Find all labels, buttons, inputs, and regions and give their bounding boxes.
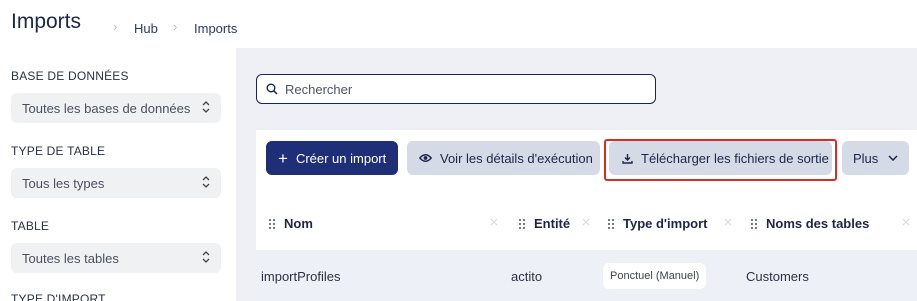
page-title: Imports [11,10,82,33]
breadcrumb-separator-icon: › [113,19,118,34]
imports-panel: + Créer un import Voir les détails d'exé… [256,130,917,301]
filter-label-database: BASE DE DONNÉES [11,69,129,83]
close-icon[interactable] [723,217,733,227]
cell-table-names: Customers [746,269,809,284]
table-row[interactable]: importProfiles actito Ponctuel (Manuel) … [256,250,917,301]
table-header: Nom Entité Type d'import Noms des tables [256,199,917,249]
drag-handle-icon[interactable] [608,218,614,229]
more-button[interactable]: Plus [842,141,909,175]
create-import-button[interactable]: + Créer un import [266,141,398,175]
highlight-box [604,139,837,181]
column-header-label: Nom [284,216,313,231]
close-icon[interactable] [489,217,499,227]
database-select[interactable]: Toutes les bases de données [11,93,221,123]
cell-name: importProfiles [261,269,341,284]
select-caret-icon [202,101,210,113]
table-type-select[interactable]: Tous les types [11,168,221,198]
column-header-entity[interactable]: Entité [519,216,570,231]
filter-sidebar: BASE DE DONNÉES Toutes les bases de donn… [0,48,236,301]
column-header-table-names[interactable]: Noms des tables [751,216,869,231]
imports-page: Imports › Hub › Imports BASE DE DONNÉES … [0,0,917,301]
plus-icon: + [278,148,288,168]
table-select[interactable]: Toutes les tables [11,243,221,273]
column-header-import-type[interactable]: Type d'import [608,216,707,231]
drag-handle-icon[interactable] [269,218,275,229]
table-select-value: Toutes les tables [22,251,119,266]
breadcrumb-imports[interactable]: Imports [194,21,237,36]
page-header: Imports › Hub › Imports [0,0,917,48]
filter-label-table-type: TYPE DE TABLE [11,144,106,158]
chevron-down-icon [888,155,898,161]
filter-label-table: TABLE [11,219,50,233]
close-icon[interactable] [901,217,911,227]
search-icon [266,83,278,95]
drag-handle-icon[interactable] [519,218,525,229]
search-box[interactable] [256,74,656,104]
cell-entity: actito [511,269,543,284]
breadcrumb-hub[interactable]: Hub [134,21,158,36]
import-type-badge: Ponctuel (Manuel) [603,263,707,289]
column-header-label: Noms des tables [766,216,870,231]
select-caret-icon [202,251,210,263]
breadcrumb-separator-icon: › [173,19,178,34]
table-type-select-value: Tous les types [22,176,105,191]
create-import-label: Créer un import [295,150,387,166]
main-content: + Créer un import Voir les détails d'exé… [236,48,917,301]
drag-handle-icon[interactable] [751,218,757,229]
database-select-value: Toutes les bases de données [22,101,191,116]
eye-icon [419,154,432,162]
column-header-name[interactable]: Nom [269,216,313,231]
column-header-label: Type d'import [623,216,708,231]
view-execution-details-label: Voir les détails d'exécution [440,150,593,166]
view-execution-details-button[interactable]: Voir les détails d'exécution [407,141,600,175]
more-label: Plus [853,150,879,166]
select-caret-icon [202,176,210,188]
search-input[interactable] [285,80,645,98]
close-icon[interactable] [581,217,591,227]
filter-label-import-type: TYPE D'IMPORT [11,292,106,301]
column-header-label: Entité [534,216,571,231]
